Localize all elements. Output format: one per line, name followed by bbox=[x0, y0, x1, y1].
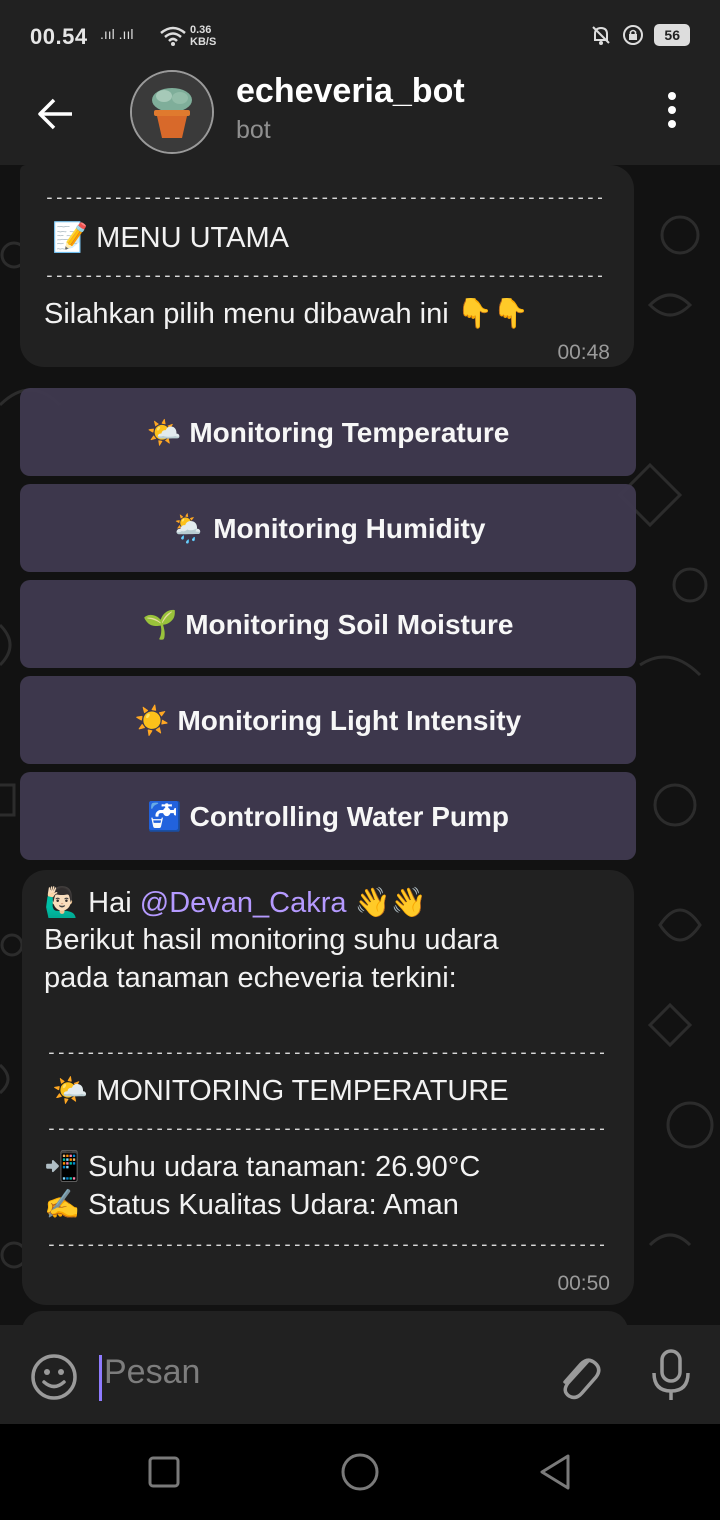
message-bubble-partial bbox=[22, 1311, 628, 1325]
divider-line: ----------------------------------------… bbox=[44, 265, 602, 286]
paperclip-icon[interactable] bbox=[552, 1347, 604, 1403]
status-bar: 00.54 .ııl .ııl 0.36 KB/S 56 bbox=[0, 0, 720, 70]
greeting-line: 🙋🏻‍♂️ Hai @Devan_Cakra 👋👋 bbox=[44, 887, 427, 919]
divider-line: ----------------------------------------… bbox=[46, 1118, 604, 1139]
chat-area[interactable]: ----------------------------------------… bbox=[0, 165, 720, 1325]
message-input-bar: Pesan bbox=[0, 1325, 720, 1424]
more-vert-icon[interactable] bbox=[662, 90, 682, 130]
message-input[interactable]: Pesan bbox=[104, 1353, 200, 1392]
keyboard-button-light-intensity[interactable]: ☀️ Monitoring Light Intensity bbox=[20, 676, 636, 764]
signal-icon: .ııl .ııl bbox=[100, 26, 134, 42]
keyboard-button-water-pump[interactable]: 🚰 Controlling Water Pump bbox=[20, 772, 636, 860]
temperature-reading: 📲 Suhu udara tanaman: 26.90°C bbox=[44, 1151, 481, 1183]
wifi-icon bbox=[160, 26, 186, 46]
home-icon[interactable] bbox=[340, 1452, 380, 1492]
battery-indicator: 56 bbox=[654, 24, 690, 46]
bell-off-icon bbox=[592, 26, 611, 45]
text-cursor bbox=[99, 1355, 102, 1401]
back-arrow-icon[interactable] bbox=[34, 92, 78, 136]
keyboard-button-humidity[interactable]: 🌦️ Monitoring Humidity bbox=[20, 484, 636, 572]
air-quality-status: ✍️ Status Kualitas Udara: Aman bbox=[44, 1189, 459, 1221]
message-time: 00:48 bbox=[557, 341, 610, 364]
keyboard-button-soil-moisture[interactable]: 🌱 Monitoring Soil Moisture bbox=[20, 580, 636, 668]
monitoring-intro-line2: pada tanaman echeveria terkini: bbox=[44, 962, 457, 994]
lock-icon bbox=[623, 25, 644, 45]
bot-avatar[interactable] bbox=[130, 70, 214, 154]
plant-pot-icon bbox=[132, 72, 212, 152]
monitoring-heading: 🌤️ MONITORING TEMPERATURE bbox=[52, 1075, 509, 1107]
network-speed: 0.36 KB/S bbox=[190, 24, 217, 48]
divider-line: ----------------------------------------… bbox=[46, 1042, 604, 1063]
chat-subtitle: bot bbox=[236, 116, 271, 144]
divider-line: ----------------------------------------… bbox=[46, 1234, 604, 1255]
message-bubble-monitoring: 🙋🏻‍♂️ Hai @Devan_Cakra 👋👋 Berikut hasil … bbox=[22, 870, 634, 1305]
menu-instruction: Silahkan pilih menu dibawah ini 👇👇 bbox=[44, 298, 529, 330]
message-time: 00:50 bbox=[557, 1272, 610, 1295]
chat-header: echeveria_bot bot bbox=[0, 70, 720, 165]
status-time: 00.54 bbox=[30, 24, 88, 49]
keyboard-button-temperature[interactable]: 🌤️ Monitoring Temperature bbox=[20, 388, 636, 476]
recent-apps-icon[interactable] bbox=[144, 1452, 184, 1492]
message-bubble-menu: ----------------------------------------… bbox=[20, 165, 634, 367]
menu-heading: 📝 MENU UTAMA bbox=[52, 222, 289, 254]
user-mention-link[interactable]: @Devan_Cakra bbox=[140, 887, 347, 919]
system-nav-bar bbox=[0, 1424, 720, 1520]
monitoring-intro-line1: Berikut hasil monitoring suhu udara bbox=[44, 924, 499, 956]
microphone-icon[interactable] bbox=[648, 1347, 694, 1403]
chat-title: echeveria_bot bbox=[236, 72, 465, 110]
emoji-icon[interactable] bbox=[28, 1351, 80, 1403]
back-triangle-icon[interactable] bbox=[536, 1452, 576, 1492]
divider-line: ----------------------------------------… bbox=[44, 187, 602, 208]
